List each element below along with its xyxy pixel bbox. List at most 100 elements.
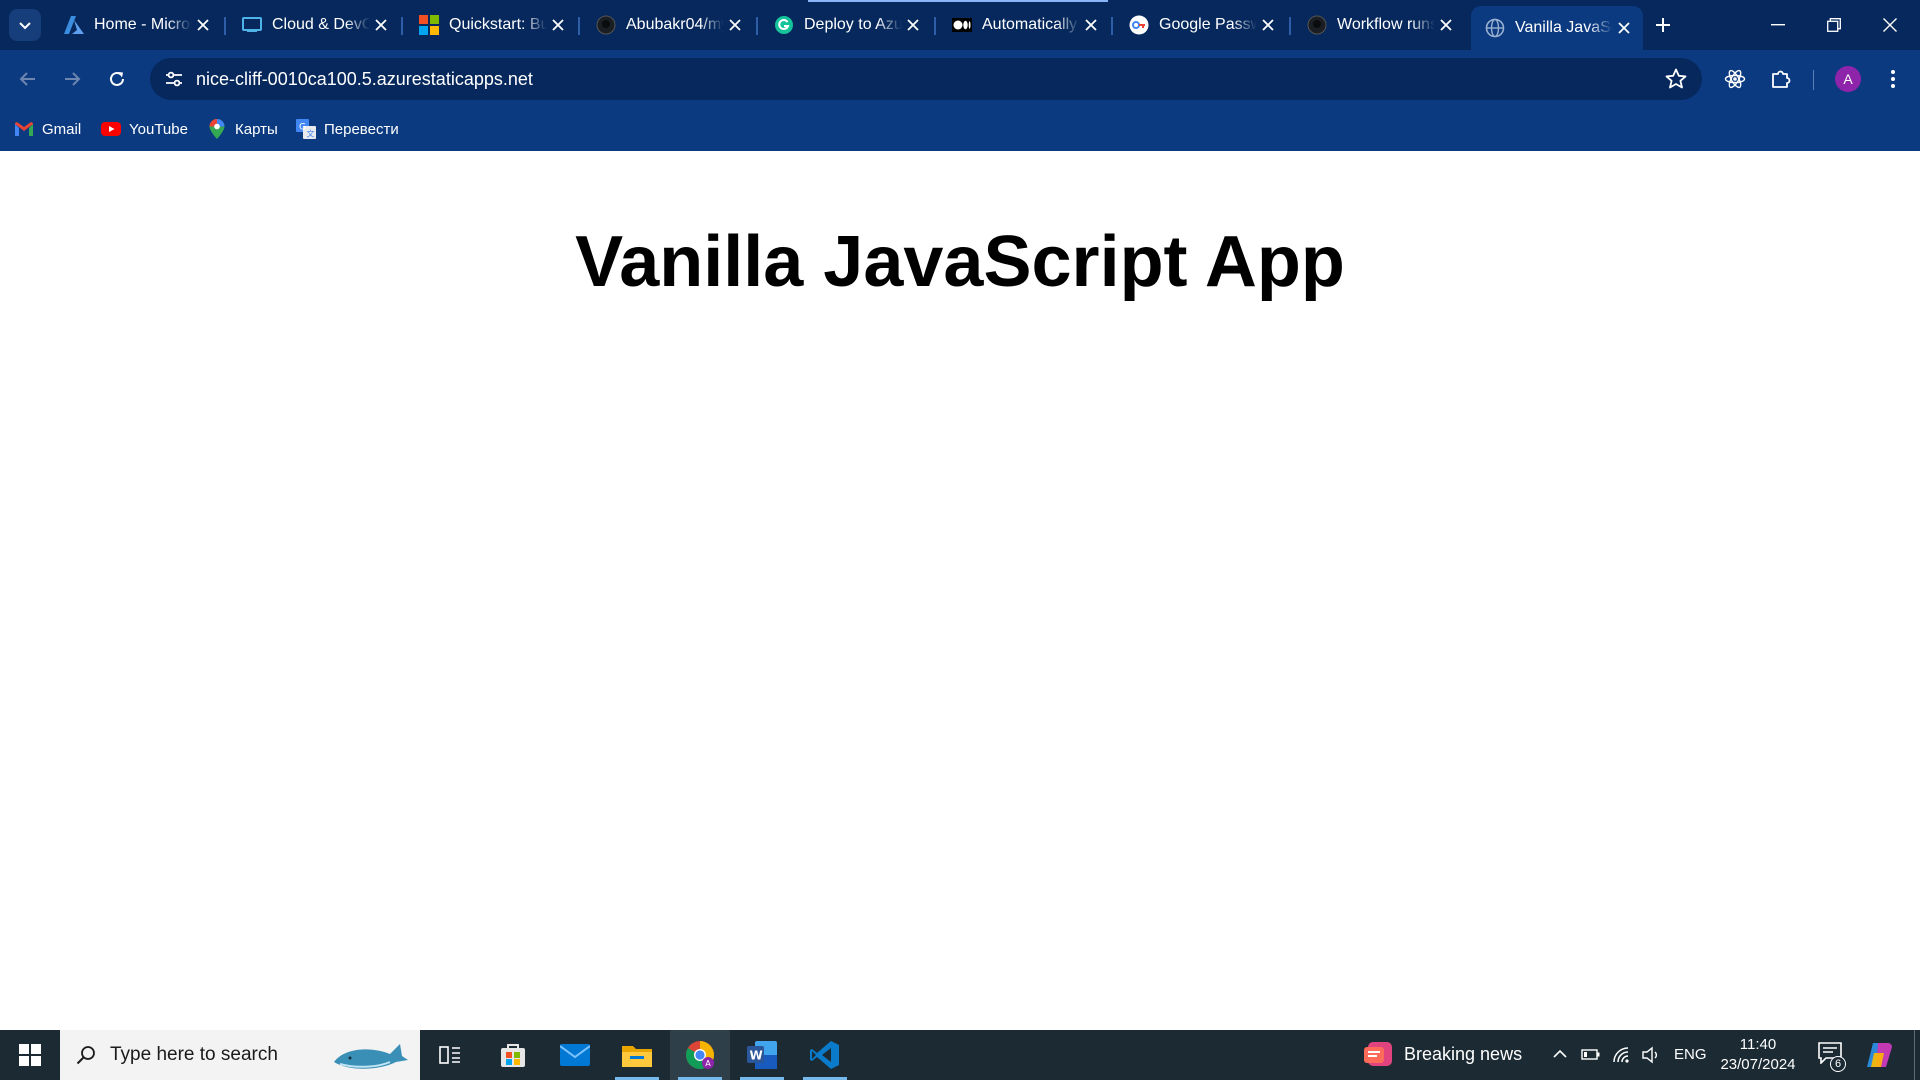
tab-google-password[interactable]: Google Password	[1115, 7, 1287, 43]
taskbar-store[interactable]	[483, 1030, 543, 1080]
bookmark-gmail[interactable]: Gmail	[14, 116, 81, 142]
bookmark-maps[interactable]: Карты	[207, 116, 278, 142]
chevron-down-icon	[19, 22, 31, 30]
bookmark-label: Gmail	[42, 120, 82, 138]
word-icon: W	[747, 1041, 777, 1069]
address-bar[interactable]: nice-cliff-0010ca100.5.azurestaticapps.n…	[150, 58, 1702, 100]
taskbar-file-explorer[interactable]	[607, 1030, 667, 1080]
site-info-icon[interactable]	[160, 65, 188, 93]
browser-menu-button[interactable]	[1877, 63, 1909, 95]
language-indicator[interactable]: ENG	[1674, 1046, 1707, 1063]
taskbar-chrome[interactable]: A	[670, 1030, 730, 1080]
tab-title: Home - Microsoft Azure	[94, 16, 192, 33]
google-password-icon	[1129, 15, 1149, 35]
reload-icon	[110, 71, 124, 86]
microsoft-icon	[419, 15, 439, 35]
tab-divider	[401, 17, 403, 35]
windows-icon	[19, 1044, 41, 1066]
taskbar-search[interactable]: Type here to search	[60, 1030, 420, 1080]
maps-icon	[207, 119, 227, 139]
tab-automatically[interactable]: Automatically	[938, 7, 1110, 43]
news-label: Breaking news	[1404, 1043, 1523, 1064]
forward-button[interactable]	[56, 63, 88, 95]
battery-icon[interactable]	[1581, 1046, 1601, 1067]
wifi-icon[interactable]	[1612, 1046, 1632, 1069]
close-icon[interactable]	[724, 14, 746, 36]
task-view-button[interactable]	[420, 1030, 480, 1080]
bookmark-star-icon[interactable]	[1664, 67, 1688, 91]
bookmark-label: YouTube	[129, 120, 188, 138]
clock-date: 23/07/2024	[1720, 1056, 1796, 1073]
tab-divider	[1111, 17, 1113, 35]
tab-search-button[interactable]	[9, 9, 41, 41]
tab-title: Workflow runs	[1337, 16, 1435, 33]
tab-github-repo[interactable]: Abubakr04/my-app	[582, 7, 754, 43]
tab-title: Quickstart: Build	[449, 16, 547, 33]
tab-cloud-devops[interactable]: Cloud & DevOps	[228, 7, 400, 43]
notifications-button[interactable]: 6	[1818, 1042, 1846, 1072]
clock[interactable]: 11:40 23/07/2024	[1718, 1035, 1798, 1075]
puzzle-icon	[1772, 70, 1791, 88]
translate-icon: G文	[296, 119, 316, 139]
back-button[interactable]	[12, 63, 44, 95]
microsoft-store-icon	[501, 1044, 525, 1067]
close-icon[interactable]	[192, 14, 214, 36]
news-widget[interactable]: Breaking news	[1364, 1040, 1522, 1068]
bookmark-translate[interactable]: G文 Перевести	[296, 116, 399, 142]
restore-icon	[1827, 18, 1841, 32]
close-icon[interactable]	[1257, 14, 1279, 36]
avatar: A	[1835, 66, 1861, 92]
tab-vanilla-js-app[interactable]: Vanilla JavaScript App	[1471, 6, 1643, 50]
tab-divider	[224, 17, 226, 35]
toolbar-divider	[1813, 70, 1814, 90]
start-button[interactable]	[0, 1030, 60, 1080]
tab-title: Google Password	[1159, 16, 1257, 33]
vscode-icon	[810, 1041, 839, 1069]
volume-icon[interactable]	[1641, 1046, 1661, 1069]
minimize-button[interactable]	[1750, 0, 1806, 50]
close-icon[interactable]	[547, 14, 569, 36]
tab-workflow-runs[interactable]: Workflow runs	[1293, 7, 1465, 43]
tab-title: Automatically	[982, 16, 1078, 33]
tab-deploy-azure[interactable]: Deploy to Azure	[760, 7, 932, 43]
github-icon	[1307, 15, 1327, 35]
tab-quickstart[interactable]: Quickstart: Build	[405, 7, 577, 43]
svg-text:A: A	[705, 1059, 711, 1068]
taskbar-word[interactable]: W	[732, 1030, 792, 1080]
medium-icon	[952, 15, 972, 35]
svg-text:文: 文	[307, 129, 315, 139]
grammarly-icon	[774, 15, 794, 35]
notification-count-badge: 6	[1830, 1056, 1846, 1072]
bookmark-youtube[interactable]: YouTube	[101, 116, 188, 142]
close-icon[interactable]	[1613, 17, 1635, 39]
taskbar-mail[interactable]	[545, 1030, 605, 1080]
clock-time: 11:40	[1739, 1036, 1777, 1053]
extension-react-button[interactable]	[1719, 63, 1751, 95]
close-window-button[interactable]	[1862, 0, 1918, 50]
extensions-button[interactable]	[1765, 63, 1797, 95]
close-icon[interactable]	[1080, 14, 1102, 36]
learn-icon	[242, 15, 262, 35]
chrome-icon: A	[686, 1041, 714, 1069]
show-desktop-button[interactable]	[1914, 1030, 1915, 1080]
tab-title: Deploy to Azure	[804, 16, 902, 33]
new-tab-button[interactable]	[1650, 12, 1676, 38]
close-icon[interactable]	[370, 14, 392, 36]
profile-button[interactable]: A	[1832, 63, 1864, 95]
restore-button[interactable]	[1806, 0, 1862, 50]
tab-divider	[756, 17, 758, 35]
tab-title: Cloud & DevOps	[272, 16, 370, 33]
arrow-left-icon	[19, 72, 35, 86]
copilot-icon[interactable]	[1864, 1041, 1894, 1074]
plus-icon	[1656, 18, 1670, 32]
close-icon[interactable]	[1435, 14, 1457, 36]
close-icon[interactable]	[902, 14, 924, 36]
page-title: Vanilla JavaScript App	[575, 222, 1345, 302]
taskbar-vscode[interactable]	[795, 1030, 855, 1080]
tab-azure-home[interactable]: Home - Microsoft Azure	[50, 7, 222, 43]
gmail-icon	[14, 119, 34, 139]
more-vertical-icon	[1891, 70, 1895, 88]
reload-button[interactable]	[101, 63, 133, 95]
tab-divider	[934, 17, 936, 35]
chevron-up-icon[interactable]	[1552, 1046, 1568, 1067]
